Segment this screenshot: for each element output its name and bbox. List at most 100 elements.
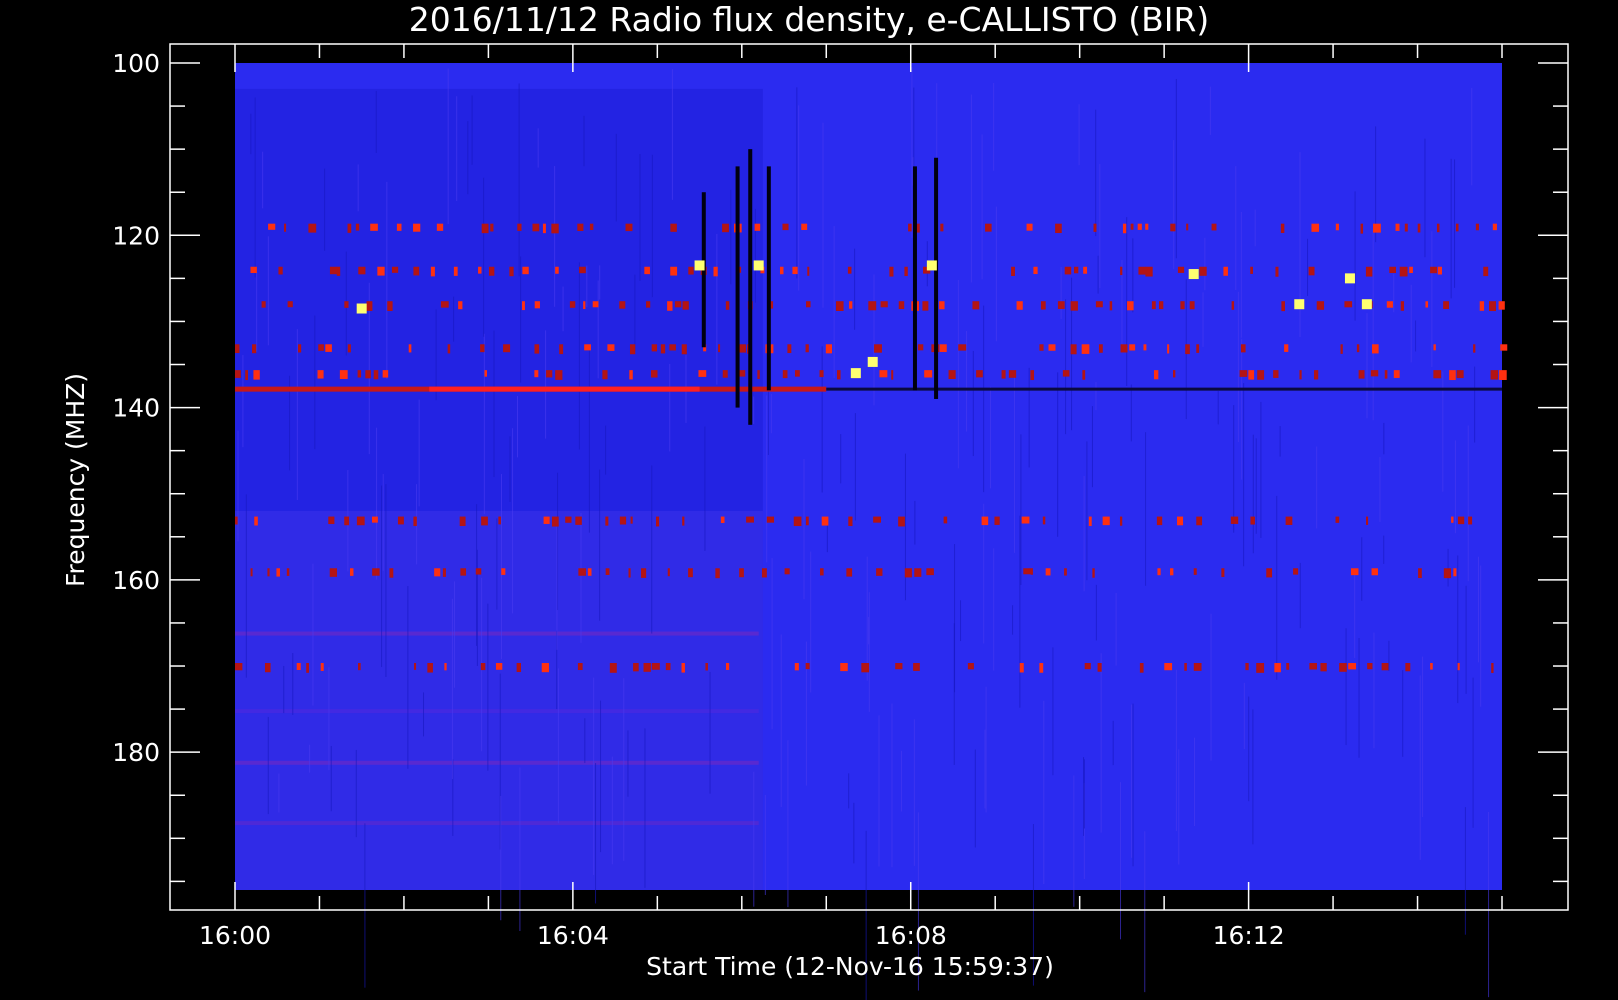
spectrogram-dot	[1453, 568, 1457, 577]
spectrogram-dot	[761, 568, 767, 578]
spectrogram-dot	[722, 223, 729, 233]
spectrogram-streak	[1057, 372, 1059, 537]
spectrogram-dot	[1189, 301, 1195, 310]
spectrogram-dot	[682, 516, 685, 526]
spectrogram-image	[235, 63, 1508, 1000]
spectrogram-streak	[1145, 432, 1147, 586]
spectrogram-dot	[1395, 223, 1400, 231]
spectrogram-dot	[1274, 663, 1281, 673]
spectrogram-dot	[317, 370, 324, 379]
spectrogram-dot	[917, 344, 924, 351]
x-tick-label: 16:00	[199, 921, 271, 950]
spectrogram-dot	[1473, 344, 1476, 353]
spectrogram-dot	[1468, 516, 1473, 525]
spectrogram-streak	[974, 749, 976, 848]
spectrogram-dot	[619, 301, 626, 309]
spectrogram-streak	[330, 745, 332, 812]
spectrogram-dot	[1102, 516, 1110, 526]
spectrogram-dot	[794, 370, 800, 377]
spectrogram-streak	[1424, 138, 1426, 258]
spectrogram-streak	[1358, 638, 1360, 758]
spectrogram-dot	[1177, 516, 1184, 526]
spectrogram-dot	[625, 223, 633, 232]
spectrogram-dot	[516, 663, 522, 673]
spectrogram-streak	[995, 206, 997, 342]
spectrogram-region-tint	[235, 510, 763, 890]
spectrogram-streak	[483, 177, 485, 337]
spectrogram-dot	[904, 568, 912, 578]
spectrogram-streak	[597, 280, 599, 379]
spectrogram-dot	[349, 568, 354, 576]
spectrogram-dot	[1185, 344, 1190, 355]
spectrogram-streak	[471, 95, 473, 165]
spectrogram-streak	[267, 716, 269, 815]
spectrogram-streak	[1248, 696, 1250, 802]
spectrogram-dot	[339, 370, 348, 379]
spectrogram-dot	[377, 266, 385, 276]
spectrogram-dot	[1457, 663, 1460, 671]
spectrogram-streak	[267, 236, 269, 346]
spectrogram-streak	[1091, 406, 1093, 488]
spectrogram-dot	[481, 516, 488, 526]
spectrogram-streak	[1210, 613, 1212, 761]
spectrogram-streak	[537, 128, 539, 168]
spectrogram-streak	[970, 94, 972, 283]
spectrogram-dot	[1070, 344, 1077, 355]
spectrogram-dot	[1425, 301, 1429, 308]
spectrogram-streak	[960, 600, 962, 642]
spectrogram-dot	[532, 223, 540, 232]
spectrogram-dot	[372, 516, 378, 523]
spectrogram-dot	[396, 223, 402, 231]
spectrogram-dot	[268, 223, 276, 230]
spectrogram-streak	[1402, 670, 1404, 757]
spectrogram-dot	[669, 344, 676, 351]
y-tick-label: 120	[112, 221, 160, 250]
spectrogram-dot	[1250, 516, 1255, 525]
y-tick-label: 140	[112, 394, 160, 423]
spectrogram-dot	[1023, 568, 1031, 575]
x-tick-label: 16:04	[537, 921, 609, 950]
spectrogram-streak	[1115, 592, 1117, 666]
spectrogram-dot	[628, 568, 631, 578]
spectrogram-streak	[250, 113, 252, 155]
spectrogram-dot	[475, 568, 482, 575]
spectrogram-dot	[1184, 663, 1187, 671]
spectrogram-dot	[651, 344, 658, 352]
spectrogram-dot	[267, 568, 270, 577]
spectrogram-dot	[522, 266, 529, 275]
spectrogram-streak	[1383, 535, 1385, 564]
spectrogram-streak	[1132, 703, 1134, 867]
spectrogram-dot	[1286, 663, 1290, 670]
spectrogram-dot	[1443, 568, 1452, 579]
spectrogram-dot	[1145, 223, 1149, 230]
spectrogram-dot	[922, 301, 929, 311]
spectrogram-dot	[629, 370, 633, 380]
spectrogram-dot	[836, 370, 841, 380]
spectrogram-dot	[1370, 370, 1379, 377]
spectrogram-dot	[1498, 301, 1505, 310]
spectrogram-dot	[1127, 301, 1134, 311]
spectrogram-dot	[1404, 223, 1408, 232]
spectrogram-dot	[972, 301, 980, 310]
spectrogram-dot	[1097, 663, 1102, 672]
spectrogram-dot	[1193, 663, 1202, 671]
spectrogram-dot	[926, 568, 934, 576]
spectrogram-dot	[250, 266, 257, 273]
spectrogram-streak	[878, 715, 880, 867]
spectrogram-dot	[667, 568, 670, 577]
spectrogram-streak	[1028, 367, 1030, 468]
spectrogram-streak	[796, 87, 798, 279]
spectrogram-streak	[1233, 405, 1235, 533]
spectrogram-dot	[1248, 370, 1255, 380]
spectrogram-dot	[276, 568, 280, 577]
spectrogram-streak	[1020, 434, 1022, 586]
spectrogram-dot	[805, 344, 809, 353]
spectrogram-dot	[559, 344, 564, 355]
spectrogram-streak	[993, 82, 995, 171]
spectrogram-dot	[1275, 266, 1279, 277]
spectrogram-dot	[587, 568, 592, 576]
spectrogram-streak	[382, 474, 384, 571]
spectrogram-streak	[1202, 292, 1204, 347]
spectrogram-dot	[551, 516, 559, 527]
spectrogram-dot	[284, 223, 287, 232]
